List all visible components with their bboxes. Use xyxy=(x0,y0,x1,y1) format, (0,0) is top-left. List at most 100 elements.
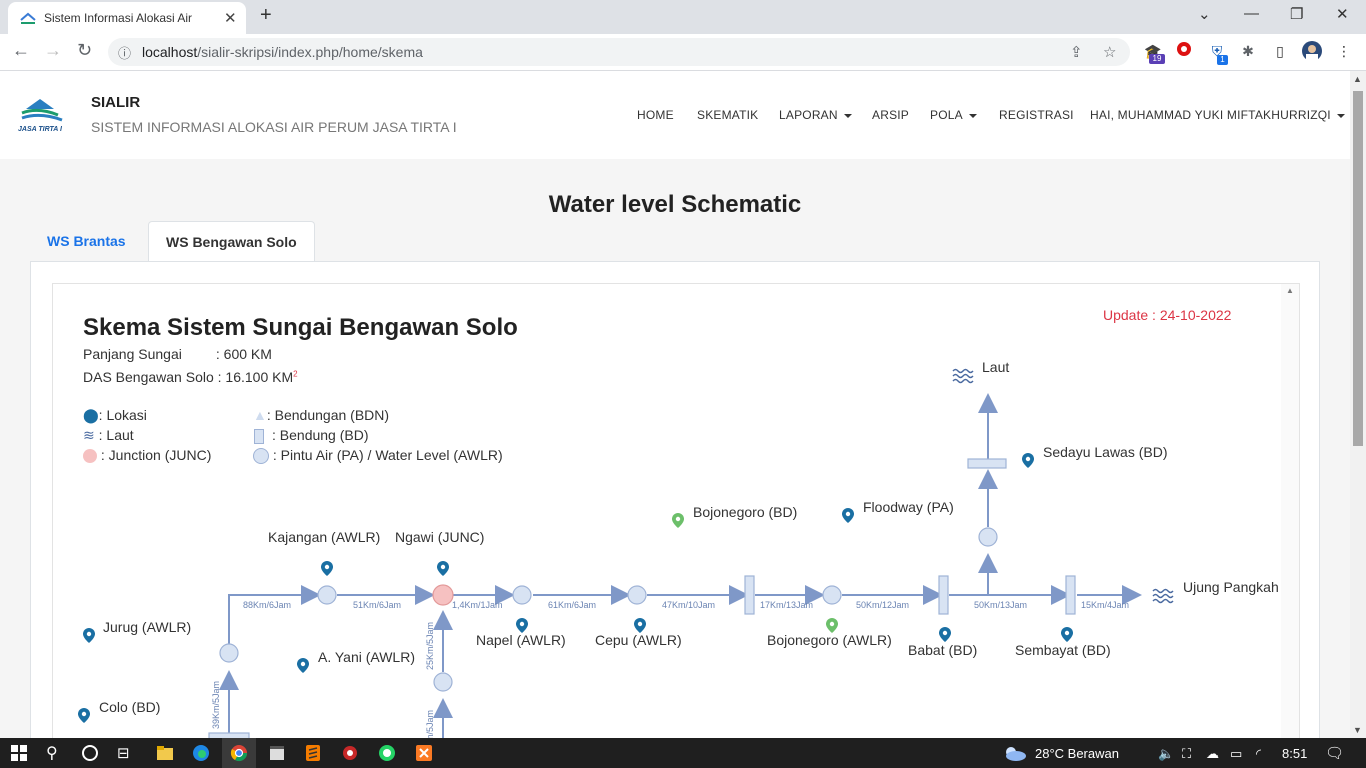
site-favicon-icon xyxy=(20,12,36,24)
bojonegoro-bd-pin-icon xyxy=(672,513,684,528)
extension-shield-red-icon[interactable] xyxy=(1174,41,1194,61)
dist-label: 17Km/13Jam xyxy=(760,600,813,610)
app-red-icon[interactable] xyxy=(341,744,359,762)
xampp-icon[interactable] xyxy=(415,744,433,762)
colo-pin-icon xyxy=(78,708,90,723)
volume-icon[interactable]: 🔈 xyxy=(1158,746,1174,762)
close-tab-icon[interactable]: ✕ xyxy=(224,9,237,27)
page-scrollbar[interactable]: ▲ ▼ xyxy=(1350,71,1366,738)
profile-avatar[interactable] xyxy=(1302,41,1322,61)
address-bar[interactable]: ⓘ localhost/sialir-skripsi/index.php/hom… xyxy=(108,38,1130,66)
edge-icon[interactable] xyxy=(192,744,210,762)
whatsapp-icon[interactable] xyxy=(378,744,396,762)
tray-app-icon[interactable]: ⛶ xyxy=(1182,746,1191,762)
weather-text[interactable]: 28°C Berawan xyxy=(1035,746,1119,761)
scroll-up-icon[interactable]: ▲ xyxy=(1286,286,1294,295)
label-cepu[interactable]: Cepu (AWLR) xyxy=(595,632,682,648)
share-icon[interactable]: ⇪ xyxy=(1070,43,1083,61)
dist-label: m/5Jam xyxy=(425,710,435,738)
reload-icon[interactable]: ↻ xyxy=(77,40,92,61)
task-view-icon[interactable]: ⊟ xyxy=(117,744,130,762)
browser-menu-icon[interactable]: ⋮ xyxy=(1334,41,1354,61)
jurug-pin-icon xyxy=(83,628,95,643)
label-ujung-pangkah[interactable]: Ujung Pangkah xyxy=(1183,579,1279,595)
dist-label: 1,4Km/1Jam xyxy=(452,600,503,610)
ayani-node xyxy=(433,672,453,692)
nav-pola[interactable]: POLA xyxy=(930,108,977,122)
label-laut: Laut xyxy=(982,359,1010,375)
battery-icon[interactable]: ▭ xyxy=(1230,746,1242,762)
label-napel[interactable]: Napel (AWLR) xyxy=(476,632,566,648)
wifi-icon[interactable]: ◜ xyxy=(1256,746,1261,762)
label-kajangan[interactable]: Kajangan (AWLR) xyxy=(268,529,380,545)
weather-cloud-icon[interactable] xyxy=(1002,744,1028,762)
file-explorer-icon[interactable] xyxy=(156,744,174,762)
label-colo[interactable]: Colo (BD) xyxy=(99,699,160,715)
extension-badge: 1 xyxy=(1217,55,1228,65)
tab-title: Sistem Informasi Alokasi Air xyxy=(44,11,193,25)
nav-skematik[interactable]: SKEMATIK xyxy=(697,108,758,122)
floodway-node xyxy=(978,527,998,547)
dist-label: 88Km/6Jam xyxy=(243,600,291,610)
minimize-icon[interactable]: — xyxy=(1244,5,1259,22)
search-icon[interactable]: ⚲ xyxy=(46,743,58,763)
napel-pin-icon xyxy=(516,618,528,633)
chrome-icon[interactable] xyxy=(230,744,248,762)
cepu-pin-icon xyxy=(634,618,646,633)
scroll-thumb[interactable] xyxy=(1353,91,1363,446)
ayani-pin-icon xyxy=(297,658,309,673)
label-ayani[interactable]: A. Yani (AWLR) xyxy=(318,649,415,665)
forward-icon[interactable]: → xyxy=(44,40,62,61)
dist-label: 50Km/13Jam xyxy=(974,600,1027,610)
windows-start-icon[interactable] xyxy=(10,744,28,762)
page-title: Water level Schematic xyxy=(548,191,802,218)
extensions-puzzle-icon[interactable]: ✱ xyxy=(1238,41,1258,61)
taskbar-clock[interactable]: 8:51 xyxy=(1282,746,1307,761)
river-schematic-diagram: 88Km/6Jam 51Km/6Jam 1,4Km/1Jam 61Km/6Jam… xyxy=(78,368,1174,738)
caret-down-icon xyxy=(843,113,852,118)
onedrive-icon[interactable]: ☁ xyxy=(1206,746,1219,762)
dist-label: 25Km/5Jam xyxy=(425,622,435,670)
back-icon[interactable]: ← xyxy=(12,40,30,61)
dist-label: 51Km/6Jam xyxy=(353,600,401,610)
babat-weir xyxy=(938,575,949,615)
notification-icon[interactable]: 🗨 xyxy=(1325,744,1344,762)
browser-toolbar: ← → ↻ ⓘ localhost/sialir-skripsi/index.p… xyxy=(0,34,1366,71)
brand-title[interactable]: SIALIR xyxy=(91,94,140,111)
tab-ws-brantas[interactable]: WS Brantas xyxy=(30,221,143,261)
label-babat[interactable]: Babat (BD) xyxy=(908,642,977,658)
browser-tab[interactable]: Sistem Informasi Alokasi Air ✕ xyxy=(8,2,246,34)
scroll-down-icon[interactable]: ▼ xyxy=(1353,725,1362,735)
sublime-text-icon[interactable] xyxy=(304,744,322,762)
nav-arsip[interactable]: ARSIP xyxy=(872,108,909,122)
nav-user-menu[interactable]: HAI, MUHAMMAD YUKI MIFTAKHURRIZQI xyxy=(1090,108,1345,122)
cepu-node xyxy=(627,585,647,605)
side-panel-icon[interactable]: ▯ xyxy=(1270,41,1290,61)
url-text[interactable]: localhost/sialir-skripsi/index.php/home/… xyxy=(142,44,423,60)
dist-label: 39Km/5Jam xyxy=(211,681,221,729)
label-jurug[interactable]: Jurug (AWLR) xyxy=(103,619,191,635)
nav-registrasi[interactable]: REGISTRASI xyxy=(999,108,1074,122)
label-sembayat[interactable]: Sembayat (BD) xyxy=(1015,642,1111,658)
frame-scrollbar[interactable]: ▲ xyxy=(1281,284,1299,738)
ngawi-pin-icon xyxy=(437,561,449,576)
restore-icon[interactable]: ❐ xyxy=(1290,5,1303,23)
label-sedayu-lawas[interactable]: Sedayu Lawas (BD) xyxy=(1043,444,1168,460)
cortana-icon[interactable] xyxy=(81,744,99,762)
clapper-app-icon[interactable] xyxy=(268,744,286,762)
nav-laporan[interactable]: LAPORAN xyxy=(779,108,852,122)
site-info-icon[interactable]: ⓘ xyxy=(118,43,131,62)
bojonegoro-bd-weir xyxy=(744,575,755,615)
site-header: JASA TIRTA I SIALIR SISTEM INFORMASI ALO… xyxy=(0,71,1350,159)
window-close-icon[interactable]: ✕ xyxy=(1336,5,1349,23)
label-bojonegoro-awlr[interactable]: Bojonegoro (AWLR) xyxy=(767,632,892,648)
label-bojonegoro-bd[interactable]: Bojonegoro (BD) xyxy=(693,504,797,520)
tab-search-chevron-icon[interactable]: ⌄ xyxy=(1198,5,1211,23)
tab-ws-bengawan-solo[interactable]: WS Bengawan Solo xyxy=(148,221,315,263)
new-tab-icon[interactable]: + xyxy=(260,4,272,27)
bookmark-star-icon[interactable]: ☆ xyxy=(1103,43,1116,61)
scroll-up-icon[interactable]: ▲ xyxy=(1353,74,1362,84)
label-floodway[interactable]: Floodway (PA) xyxy=(863,499,954,515)
label-ngawi[interactable]: Ngawi (JUNC) xyxy=(395,529,484,545)
nav-home[interactable]: HOME xyxy=(637,108,674,122)
